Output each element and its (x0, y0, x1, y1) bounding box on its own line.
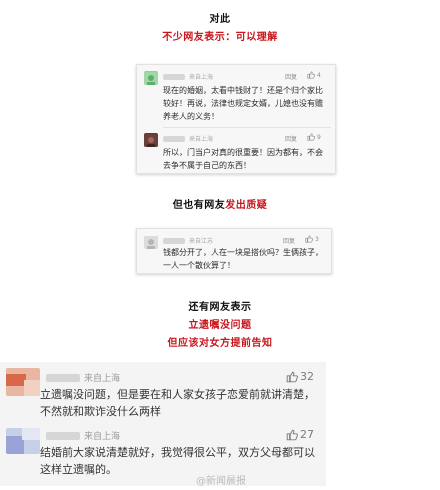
like-button[interactable]: 32 (286, 370, 314, 383)
watermark: @新闻晨报 (196, 476, 246, 487)
comment-location: 来自上海 (189, 136, 214, 143)
like-button[interactable]: 27 (286, 428, 314, 441)
avatar-icon (6, 428, 40, 454)
comment-text: 现在的婚姻，太看中钱财了！还是个归个家比较好！再说，法律也规定女婿，儿媳也没有赡… (163, 86, 323, 121)
username-blurred[interactable] (46, 374, 80, 382)
comment-text: 所以，门当户对真的很重要！因为都有，不会去争不属于自己的东西！ (163, 148, 323, 170)
like-count: 4 (317, 71, 321, 79)
comment-card-1: 来自上海 回复 4 现在的婚姻，太看中钱财了！还是个归个家比较好！再说，法律也规… (136, 64, 336, 174)
reply-button[interactable]: 回复 (285, 134, 297, 143)
comment-text: 结婚前大家说清楚就好，我觉得很公平，双方父母都可以这样立遗嘱的。 (40, 446, 315, 476)
section2-title: 但也有网友发出质疑 (0, 196, 440, 211)
thumbs-up-icon (307, 71, 315, 79)
avatar[interactable] (144, 235, 158, 249)
section2-title-red: 发出质疑 (225, 200, 268, 211)
comment-text: 钱都分开了，人在一块是搭伙吗？生俩孩子，一人一个散伙算了！ (163, 248, 323, 270)
username-blurred[interactable] (163, 238, 185, 244)
comment-location: 来自江苏 (189, 238, 214, 245)
thumbs-up-icon (286, 371, 298, 382)
like-button[interactable]: 3 (305, 235, 319, 243)
comment-location: 来自上海 (84, 432, 121, 442)
section3-title: 还有网友表示 (188, 302, 252, 313)
like-count: 27 (300, 428, 314, 441)
reply-button[interactable]: 回复 (283, 236, 295, 245)
avatar-icon (144, 236, 158, 249)
section3-line1: 立遗嘱没问题 (188, 320, 252, 331)
avatar[interactable] (6, 368, 40, 396)
divider (163, 127, 331, 128)
like-button[interactable]: 9 (307, 133, 321, 141)
avatar-icon (144, 72, 158, 85)
thumbs-up-icon (305, 235, 313, 243)
section3-line2: 但应该对女方提前告知 (167, 338, 273, 349)
avatar[interactable] (144, 133, 158, 147)
like-count: 32 (300, 370, 314, 383)
section1-title: 对此 (209, 14, 231, 25)
section2-title-plain: 但也有网友 (172, 200, 226, 211)
comment-card-2: 来自江苏 回复 3 钱都分开了，人在一块是搭伙吗？生俩孩子，一人一个散伙算了！ (136, 228, 332, 274)
like-button[interactable]: 4 (307, 71, 321, 79)
username-blurred[interactable] (46, 432, 80, 440)
like-count: 3 (315, 235, 319, 243)
username-blurred[interactable] (163, 136, 185, 142)
avatar[interactable] (6, 428, 40, 454)
thumbs-up-icon (307, 133, 315, 141)
like-count: 9 (317, 133, 321, 141)
avatar-icon (144, 134, 158, 147)
avatar[interactable] (144, 71, 158, 85)
username-blurred[interactable] (163, 74, 185, 80)
thumbs-up-icon (286, 429, 298, 440)
comment-location: 来自上海 (189, 74, 214, 81)
section1-subtitle: 不少网友表示：可以理解 (162, 32, 278, 43)
comment-text: 立遗嘱没问题，但是要在和人家女孩子恋爱前就讲清楚，不然就和欺诈没什么两样 (40, 388, 315, 418)
reply-button[interactable]: 回复 (285, 72, 297, 81)
comment-location: 来自上海 (84, 374, 121, 384)
avatar-icon (6, 368, 40, 396)
comment-card-3: 来自上海 32 立遗嘱没问题，但是要在和人家女孩子恋爱前就讲清楚，不然就和欺诈没… (0, 362, 326, 486)
